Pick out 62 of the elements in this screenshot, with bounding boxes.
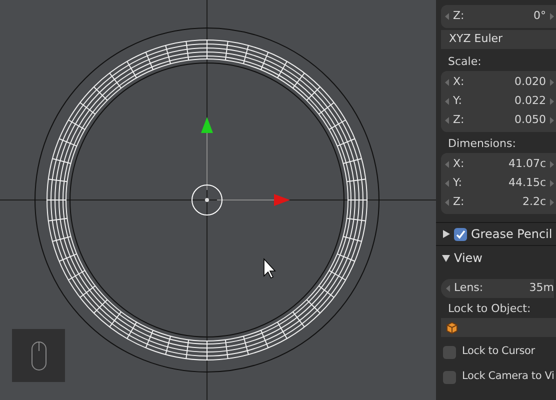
checkbox-option[interactable]: Lock to Cursor bbox=[436, 342, 556, 362]
field-value: 35m bbox=[529, 280, 554, 296]
object-field[interactable] bbox=[441, 318, 556, 337]
decrement-arrow-icon[interactable] bbox=[445, 199, 449, 206]
cursor-3d-icon bbox=[192, 184, 222, 216]
checkbox-option[interactable]: Lock Camera to Vi bbox=[436, 367, 556, 387]
axis-label: Z: bbox=[453, 194, 464, 210]
checkmark-icon bbox=[455, 228, 466, 240]
section-label: Scale: bbox=[448, 54, 482, 70]
navigation-gizmo[interactable] bbox=[12, 329, 65, 382]
number-field[interactable]: X: 0.020 bbox=[441, 73, 556, 92]
axis-label: Y: bbox=[453, 175, 462, 192]
decrement-arrow-icon[interactable] bbox=[446, 285, 450, 292]
option-label: Lock to Cursor bbox=[462, 344, 535, 360]
increment-arrow-icon[interactable] bbox=[550, 13, 554, 20]
viewport[interactable] bbox=[0, 0, 436, 400]
number-field[interactable]: Z: 0° bbox=[441, 7, 556, 26]
panel-header[interactable]: View bbox=[436, 246, 556, 269]
axis-label: Y: bbox=[453, 93, 462, 110]
field-value: 0.022 bbox=[514, 93, 546, 110]
mouse-pointer-icon bbox=[264, 258, 276, 279]
field-label: Lens: bbox=[454, 280, 484, 296]
cube-icon bbox=[446, 322, 458, 334]
increment-arrow-icon[interactable] bbox=[550, 117, 554, 124]
decrement-arrow-icon[interactable] bbox=[445, 180, 449, 187]
number-field[interactable]: Y: 0.022 bbox=[441, 92, 556, 111]
option-label: Lock Camera to Vi bbox=[462, 369, 554, 384]
field-value: 0.020 bbox=[514, 74, 546, 90]
decrement-arrow-icon[interactable] bbox=[445, 117, 449, 124]
axis-label: X: bbox=[453, 74, 464, 90]
increment-arrow-icon[interactable] bbox=[550, 98, 554, 105]
increment-arrow-icon[interactable] bbox=[550, 199, 554, 206]
decrement-arrow-icon[interactable] bbox=[445, 13, 449, 20]
field-value: 0° bbox=[534, 8, 546, 24]
field-value: 2.2c bbox=[522, 194, 546, 210]
increment-arrow-icon[interactable] bbox=[550, 180, 554, 187]
field-value: 0.050 bbox=[514, 112, 546, 128]
checkbox[interactable] bbox=[454, 228, 467, 240]
number-field[interactable]: Z: 2.2c bbox=[441, 193, 556, 212]
increment-arrow-icon[interactable] bbox=[550, 79, 554, 86]
number-field[interactable]: Y: 44.15c bbox=[441, 174, 556, 193]
number-field[interactable]: Z: 0.050 bbox=[441, 111, 556, 130]
axis-label: Z: bbox=[453, 112, 464, 128]
field-value: 44.15c bbox=[508, 175, 546, 192]
panel-title: Grease Pencil bbox=[471, 226, 552, 243]
decrement-arrow-icon[interactable] bbox=[445, 161, 449, 168]
panel-header[interactable]: Grease Pencil bbox=[436, 223, 556, 246]
axis-label: X: bbox=[453, 156, 464, 172]
decrement-arrow-icon[interactable] bbox=[445, 98, 449, 105]
decrement-arrow-icon[interactable] bbox=[445, 79, 449, 86]
section-label: Dimensions: bbox=[448, 136, 517, 152]
checkbox[interactable] bbox=[443, 370, 456, 384]
rotation-mode-dropdown[interactable]: XYZ Euler bbox=[441, 30, 556, 49]
mouse-icon bbox=[30, 340, 46, 370]
lens-field[interactable]: Lens: 35m bbox=[441, 279, 554, 298]
number-field[interactable]: X: 41.07c bbox=[441, 155, 556, 174]
panel-title: View bbox=[454, 250, 482, 266]
axis-label: Z: bbox=[453, 8, 464, 24]
section-label: Lock to Object: bbox=[448, 301, 532, 317]
field-value: 41.07c bbox=[508, 156, 546, 172]
checkbox[interactable] bbox=[443, 346, 456, 358]
increment-arrow-icon[interactable] bbox=[550, 161, 554, 168]
